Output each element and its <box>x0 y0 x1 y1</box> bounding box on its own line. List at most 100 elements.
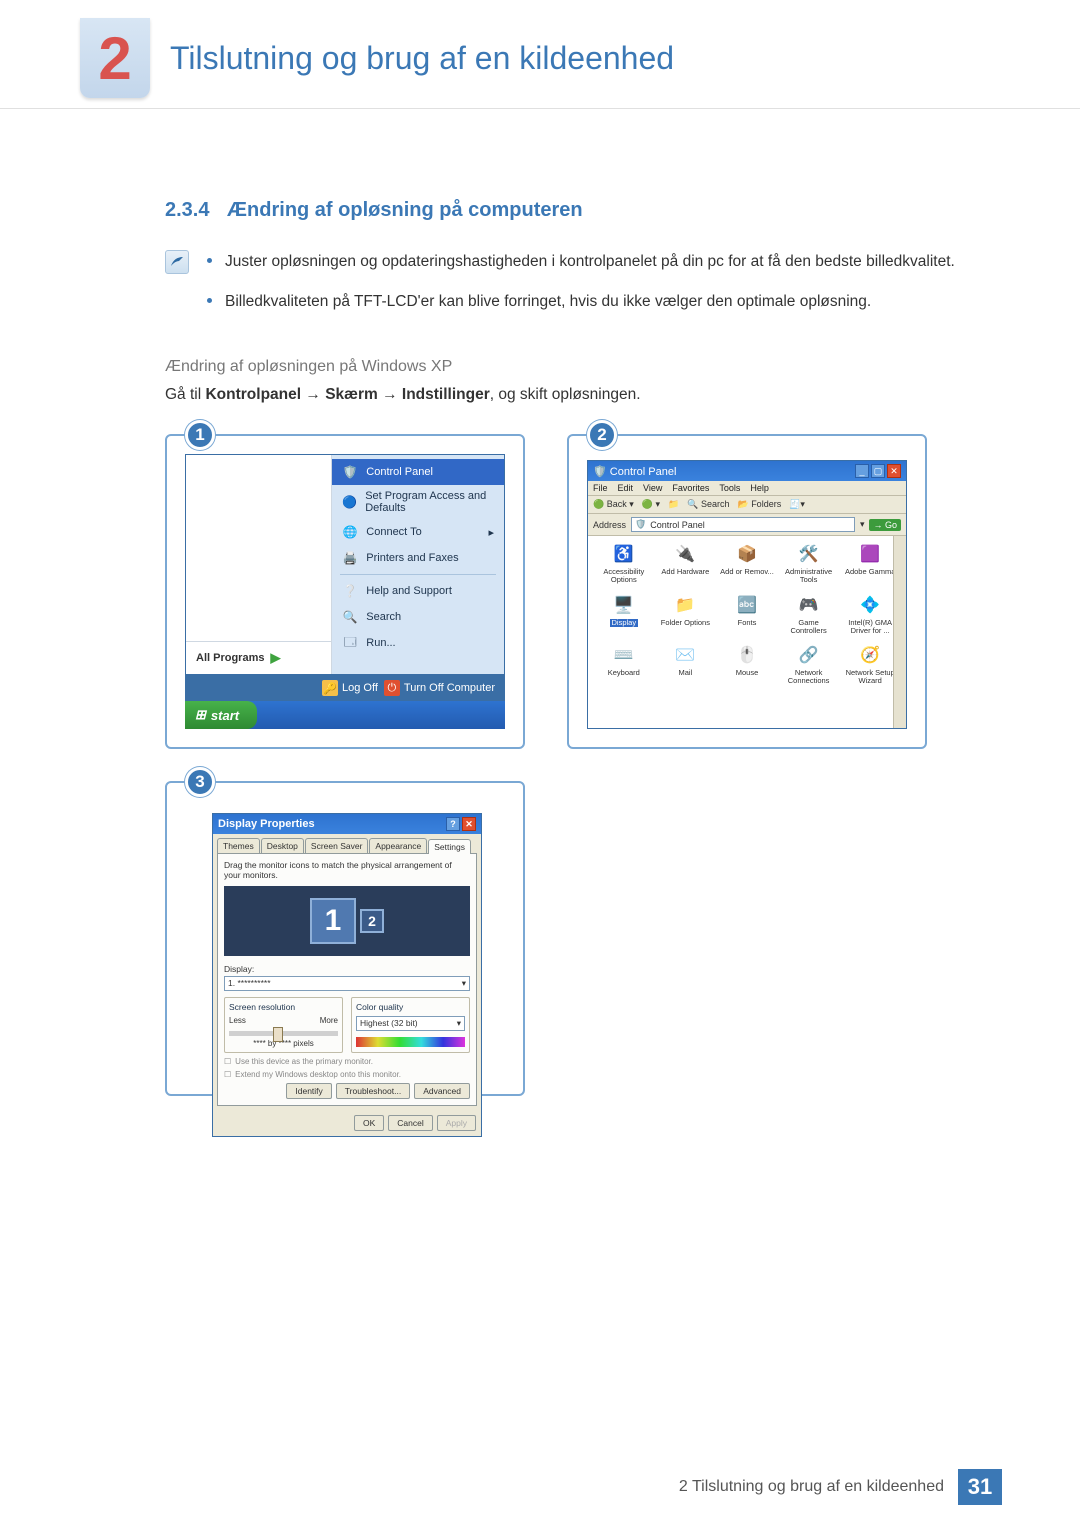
menu-item-icon: 🔍 <box>342 609 358 625</box>
monitor-1[interactable]: 1 <box>310 898 356 944</box>
troubleshoot-button[interactable]: Troubleshoot... <box>336 1083 410 1099</box>
start-menu-item[interactable]: 🔍Search <box>332 604 504 630</box>
menu-favorites[interactable]: Favorites <box>672 483 709 493</box>
tab-settings[interactable]: Settings <box>428 839 471 854</box>
note-icon <box>165 250 189 274</box>
control-panel-item[interactable]: ⌨️Keyboard <box>594 643 654 688</box>
log-off-button[interactable]: 🔑 Log Off <box>322 680 378 696</box>
control-panel-item[interactable]: 📦Add or Remov... <box>717 542 777 587</box>
help-button[interactable]: ? <box>446 817 460 831</box>
control-panel-item[interactable]: 🧭Network Setup Wizard <box>840 643 900 688</box>
identify-button[interactable]: Identify <box>286 1083 331 1099</box>
menu-item-icon: 🗔 <box>342 635 358 651</box>
advanced-button[interactable]: Advanced <box>414 1083 470 1099</box>
control-panel-item[interactable]: 🔤Fonts <box>717 593 777 638</box>
control-panel-item[interactable]: 📁Folder Options <box>656 593 716 638</box>
start-button[interactable]: ⊞ start <box>185 701 257 729</box>
control-panel-item[interactable]: 🔌Add Hardware <box>656 542 716 587</box>
navigation-path: Gå til Kontrolpanel → Skærm → Indstillin… <box>165 386 970 404</box>
footer-text: 2 Tilslutning og brug af en kildeenhed <box>679 1478 944 1496</box>
menu-edit[interactable]: Edit <box>618 483 634 493</box>
control-panel-item[interactable]: 🖱️Mouse <box>717 643 777 688</box>
cancel-button[interactable]: Cancel <box>388 1115 432 1131</box>
chapter-badge: 2 <box>80 18 150 98</box>
turn-off-button[interactable]: ⏻ Turn Off Computer <box>384 680 495 696</box>
window-title: Display Properties <box>218 818 315 830</box>
cp-item-icon: 📦 <box>736 544 758 566</box>
cp-item-icon: ♿ <box>613 544 635 566</box>
start-menu-item[interactable]: 🗔Run... <box>332 630 504 656</box>
control-panel-item[interactable]: 🎮Game Controllers <box>779 593 839 638</box>
search-button[interactable]: 🔍 Search <box>687 499 729 510</box>
windows-icon: ⊞ <box>195 707 206 723</box>
cp-item-icon: 🔌 <box>674 544 696 566</box>
section-title: Ændring af opløsning på computeren <box>227 199 583 221</box>
chapter-title: Tilslutning og brug af en kildeenhed <box>170 40 674 77</box>
color-quality-select[interactable]: Highest (32 bit) ▾ <box>356 1016 465 1031</box>
address-bar[interactable]: 🛡️ Control Panel <box>631 517 855 532</box>
display-label: Display: <box>224 964 470 974</box>
window-title: 🛡️ Control Panel <box>593 465 676 478</box>
tab-screen-saver[interactable]: Screen Saver <box>305 838 369 853</box>
control-panel-item[interactable]: ♿Accessibility Options <box>594 542 654 587</box>
screenshot-2-frame: 2 🛡️ Control Panel _ ▢ ✕ FileEditViewFav… <box>567 434 927 749</box>
screenshot-1-frame: 1 All Programs ▶ 🛡️Control Panel🔵Set Pro… <box>165 434 525 749</box>
monitor-2[interactable]: 2 <box>360 909 384 933</box>
control-panel-item[interactable]: 💠Intel(R) GMA Driver for ... <box>840 593 900 638</box>
close-button[interactable]: ✕ <box>887 464 901 478</box>
folders-button[interactable]: 📂 Folders <box>737 499 781 510</box>
views-button[interactable]: 🧾▾ <box>789 499 805 510</box>
all-programs-button[interactable]: All Programs ▶ <box>186 641 331 674</box>
control-panel-icon: 🛡️ <box>635 519 646 530</box>
cp-item-icon: 🔗 <box>798 645 820 667</box>
control-panel-item[interactable]: 🟪Adobe Gamma <box>840 542 900 587</box>
menu-tools[interactable]: Tools <box>719 483 740 493</box>
control-panel-item[interactable]: ✉️Mail <box>656 643 716 688</box>
extend-desktop-checkbox: ☐Extend my Windows desktop onto this mon… <box>224 1070 470 1079</box>
menu-view[interactable]: View <box>643 483 662 493</box>
menu-help[interactable]: Help <box>750 483 769 493</box>
step-badge-2: 2 <box>587 420 617 450</box>
start-menu-item[interactable]: 🌐Connect To▸ <box>332 519 504 545</box>
menu-file[interactable]: File <box>593 483 608 493</box>
go-button[interactable]: → Go <box>869 519 901 531</box>
up-button[interactable]: 📁 <box>668 499 679 510</box>
primary-monitor-checkbox: ☐Use this device as the primary monitor. <box>224 1057 470 1066</box>
resolution-value: **** by **** pixels <box>229 1039 338 1048</box>
resolution-legend: Screen resolution <box>229 1002 338 1012</box>
note-block: Juster opløsningen og opdateringshastigh… <box>165 250 970 330</box>
chevron-down-icon: ▾ <box>462 978 466 989</box>
resolution-slider[interactable] <box>229 1031 338 1036</box>
control-panel-item[interactable]: 🖥️Display <box>594 593 654 638</box>
close-button[interactable]: ✕ <box>462 817 476 831</box>
display-select[interactable]: 1. ********** ▾ <box>224 976 470 991</box>
monitor-arrangement[interactable]: 1 2 <box>224 886 470 956</box>
step-badge-1: 1 <box>185 420 215 450</box>
ok-button[interactable]: OK <box>354 1115 384 1131</box>
control-panel-icon: 🛡️ <box>593 466 607 478</box>
start-menu-item[interactable]: 🔵Set Program Access and Defaults <box>332 485 504 519</box>
tab-themes[interactable]: Themes <box>217 838 260 853</box>
dropdown-icon[interactable]: ▾ <box>860 519 865 530</box>
tab-appearance[interactable]: Appearance <box>369 838 427 853</box>
color-bar <box>356 1037 465 1047</box>
tab-desktop[interactable]: Desktop <box>261 838 304 853</box>
cp-item-icon: 🟪 <box>859 544 881 566</box>
start-menu-item[interactable]: 🛡️Control Panel <box>332 459 504 485</box>
bullet-item: Juster opløsningen og opdateringshastigh… <box>207 250 970 274</box>
back-button[interactable]: 🟢 Back ▾ <box>593 499 634 510</box>
cp-item-icon: 🎮 <box>798 595 820 617</box>
cp-item-icon: 💠 <box>859 595 881 617</box>
forward-button[interactable]: 🟢 ▾ <box>642 499 660 510</box>
minimize-button[interactable]: _ <box>855 464 869 478</box>
start-menu-item[interactable]: 🖨️Printers and Faxes <box>332 545 504 571</box>
toolbar: 🟢 Back ▾ 🟢 ▾ 📁 🔍 Search 📂 Folders 🧾▾ <box>588 496 906 514</box>
start-menu-item[interactable]: ❔Help and Support <box>332 578 504 604</box>
chapter-number: 2 <box>98 24 131 93</box>
maximize-button[interactable]: ▢ <box>871 464 885 478</box>
menu-item-icon: 🌐 <box>342 524 358 540</box>
cp-item-icon: 🧭 <box>859 645 881 667</box>
control-panel-item[interactable]: 🔗Network Connections <box>779 643 839 688</box>
color-quality-legend: Color quality <box>356 1002 465 1012</box>
control-panel-item[interactable]: 🛠️Administrative Tools <box>779 542 839 587</box>
